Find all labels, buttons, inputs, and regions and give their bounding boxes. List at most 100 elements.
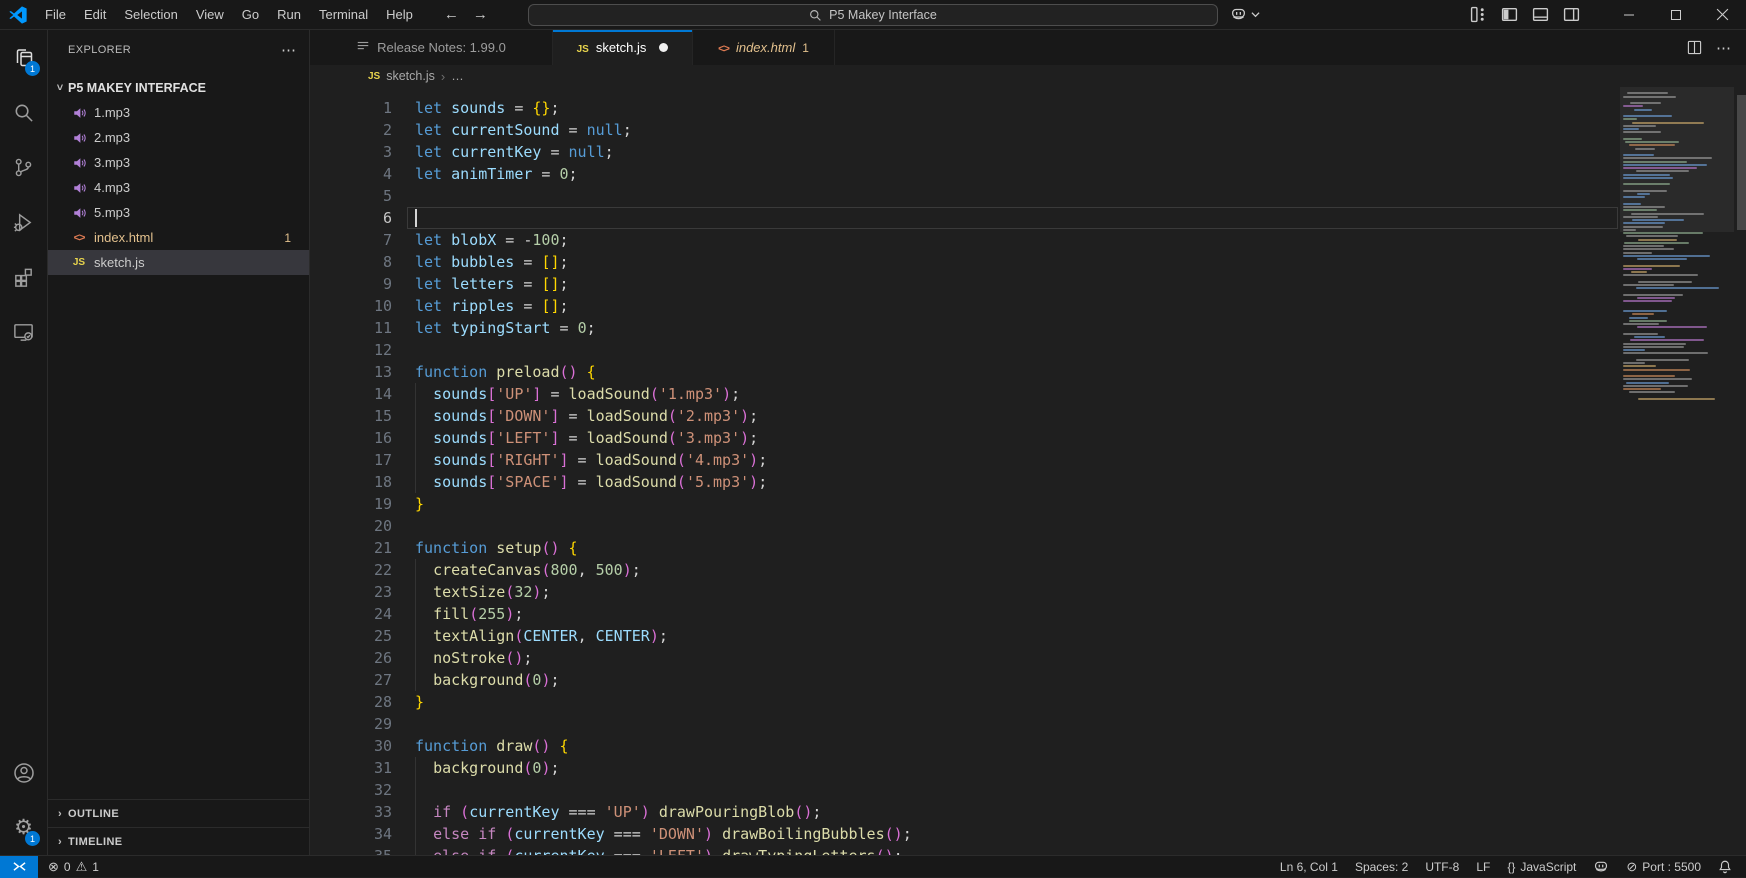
editor-scrollbar[interactable] <box>1737 87 1746 855</box>
activity-search-icon[interactable] <box>0 85 47 140</box>
file-row-2-mp3[interactable]: 2.mp3 <box>48 125 309 150</box>
code-line-28[interactable]: 28} <box>310 691 1746 713</box>
close-button[interactable] <box>1699 0 1746 29</box>
nav-back-button[interactable]: ← <box>444 6 459 23</box>
unsaved-dot-icon[interactable] <box>659 43 669 52</box>
code-line-32[interactable]: 32 <box>310 779 1746 801</box>
code-line-13[interactable]: 13 function preload() { <box>310 361 1746 383</box>
code-line-18[interactable]: 18 sounds['SPACE'] = loadSound('5.mp3'); <box>310 471 1746 493</box>
line-text: sounds['RIGHT'] = loadSound('4.mp3'); <box>433 451 768 469</box>
folder-p5-makey-interface[interactable]: ˅ P5 MAKEY INTERFACE <box>48 75 309 100</box>
code-line-23[interactable]: 23 textSize(32); <box>310 581 1746 603</box>
more-actions-icon[interactable]: ⋯ <box>1716 39 1732 57</box>
status-copilot-status[interactable] <box>1593 860 1609 874</box>
code-line-29[interactable]: 29 <box>310 713 1746 735</box>
tab-index-html[interactable]: <> index.html 1 <box>693 30 835 65</box>
code-line-22[interactable]: 22 createCanvas(800, 500); <box>310 559 1746 581</box>
command-center-search[interactable]: P5 Makey Interface <box>528 4 1218 26</box>
minimap-line <box>1626 235 1678 238</box>
code-line-5[interactable]: 5 <box>310 185 1746 207</box>
minimize-button[interactable] <box>1605 0 1652 29</box>
menu-selection[interactable]: Selection <box>115 4 186 26</box>
explorer-more-actions-button[interactable]: ⋯ <box>281 41 297 59</box>
status-cursor-position[interactable]: Ln 6, Col 1 <box>1280 860 1338 874</box>
breadcrumb[interactable]: JS sketch.js › … <box>310 65 1746 87</box>
code-line-10[interactable]: 10 let ripples = []; <box>310 295 1746 317</box>
minimap[interactable] <box>1620 87 1734 855</box>
menu-go[interactable]: Go <box>233 4 268 26</box>
code-line-27[interactable]: 27 background(0); <box>310 669 1746 691</box>
section-outline[interactable]: › OUTLINE <box>48 799 310 827</box>
code-line-30[interactable]: 30 function draw() { <box>310 735 1746 757</box>
code-line-35[interactable]: 35 else if (currentKey === 'LEFT') drawT… <box>310 845 1746 855</box>
status-notifications[interactable] <box>1718 859 1732 874</box>
toggle-panel-icon[interactable] <box>1532 6 1549 23</box>
file-row-1-mp3[interactable]: 1.mp3 <box>48 100 309 125</box>
file-row-3-mp3[interactable]: 3.mp3 <box>48 150 309 175</box>
code-line-31[interactable]: 31 background(0); <box>310 757 1746 779</box>
menu-file[interactable]: File <box>36 4 75 26</box>
status-language-mode[interactable]: {} JavaScript <box>1507 860 1576 874</box>
code-line-1[interactable]: 1 let sounds = {}; <box>310 97 1746 119</box>
minimap-line <box>1630 102 1662 104</box>
code-line-6[interactable]: 6 <box>310 207 1746 229</box>
toggle-primary-sidebar-icon[interactable] <box>1501 6 1518 23</box>
tab-release-notes-1-99-0[interactable]: Release Notes: 1.99.0 <box>310 30 553 65</box>
copilot-menu[interactable] <box>1230 0 1260 29</box>
file-row-4-mp3[interactable]: 4.mp3 <box>48 175 309 200</box>
code-line-2[interactable]: 2 let currentSound = null; <box>310 119 1746 141</box>
code-line-11[interactable]: 11 let typingStart = 0; <box>310 317 1746 339</box>
split-editor-icon[interactable] <box>1687 40 1702 55</box>
code-line-34[interactable]: 34 else if (currentKey === 'DOWN') drawB… <box>310 823 1746 845</box>
menu-help[interactable]: Help <box>377 4 422 26</box>
maximize-button[interactable] <box>1652 0 1699 29</box>
code-line-17[interactable]: 17 sounds['RIGHT'] = loadSound('4.mp3'); <box>310 449 1746 471</box>
code-line-20[interactable]: 20 <box>310 515 1746 537</box>
code-line-19[interactable]: 19} <box>310 493 1746 515</box>
activity-extensions-icon[interactable] <box>0 250 47 305</box>
toggle-secondary-sidebar-icon[interactable] <box>1563 6 1580 23</box>
activity-remote-explorer-icon[interactable] <box>0 305 47 360</box>
code-line-15[interactable]: 15 sounds['DOWN'] = loadSound('2.mp3'); <box>310 405 1746 427</box>
activity-run-debug-icon[interactable] <box>0 195 47 250</box>
customize-layout-icon[interactable] <box>1470 6 1487 23</box>
code-line-7[interactable]: 7 let blobX = -100; <box>310 229 1746 251</box>
status-eol[interactable]: LF <box>1476 860 1490 874</box>
code-line-14[interactable]: 14 sounds['UP'] = loadSound('1.mp3'); <box>310 383 1746 405</box>
menu-view[interactable]: View <box>187 4 233 26</box>
activity-settings-icon[interactable]: ⚙ 1 <box>0 800 47 855</box>
activity-account-icon[interactable] <box>0 745 47 800</box>
code-line-33[interactable]: 33 if (currentKey === 'UP') drawPouringB… <box>310 801 1746 823</box>
code-line-8[interactable]: 8 let bubbles = []; <box>310 251 1746 273</box>
remote-indicator-button[interactable] <box>0 855 38 878</box>
status-live-server-port[interactable]: ⊘ Port : 5500 <box>1626 859 1701 875</box>
file-row-5-mp3[interactable]: 5.mp3 <box>48 200 309 225</box>
code-line-9[interactable]: 9 let letters = []; <box>310 273 1746 295</box>
menu-run[interactable]: Run <box>268 4 310 26</box>
code-line-26[interactable]: 26 noStroke(); <box>310 647 1746 669</box>
activity-source-control-icon[interactable] <box>0 140 47 195</box>
activity-explorer-icon[interactable]: 1 <box>0 30 47 85</box>
file-row-sketch-js[interactable]: JS sketch.js <box>48 250 309 275</box>
menu-terminal[interactable]: Terminal <box>310 4 377 26</box>
code-line-24[interactable]: 24 fill(255); <box>310 603 1746 625</box>
code-line-16[interactable]: 16 sounds['LEFT'] = loadSound('3.mp3'); <box>310 427 1746 449</box>
minimap-line <box>1632 313 1655 316</box>
tab-sketch-js[interactable]: JS sketch.js <box>553 30 693 65</box>
status-encoding[interactable]: UTF-8 <box>1425 860 1459 874</box>
code-line-12[interactable]: 12 <box>310 339 1746 361</box>
scrollbar-thumb[interactable] <box>1737 95 1746 230</box>
code-line-21[interactable]: 21 function setup() { <box>310 537 1746 559</box>
section-timeline[interactable]: › TIMELINE <box>48 827 310 855</box>
tab-bar: Release Notes: 1.99.0 JS sketch.js <> index.… <box>310 30 1746 65</box>
nav-forward-button[interactable]: → <box>473 6 488 23</box>
menu-edit[interactable]: Edit <box>75 4 115 26</box>
code-line-3[interactable]: 3 let currentKey = null; <box>310 141 1746 163</box>
code-editor[interactable]: 1 let sounds = {}; 2 let currentSound = nul… <box>310 87 1746 855</box>
status-indentation[interactable]: Spaces: 2 <box>1355 860 1408 874</box>
code-line-25[interactable]: 25 textAlign(CENTER, CENTER); <box>310 625 1746 647</box>
problems-button[interactable]: ⊗ 0 ⚠ 1 <box>48 859 99 875</box>
code-line-4[interactable]: 4 let animTimer = 0; <box>310 163 1746 185</box>
file-row-index-html[interactable]: <> index.html 1 <box>48 225 309 250</box>
minimap-line <box>1623 189 1668 192</box>
